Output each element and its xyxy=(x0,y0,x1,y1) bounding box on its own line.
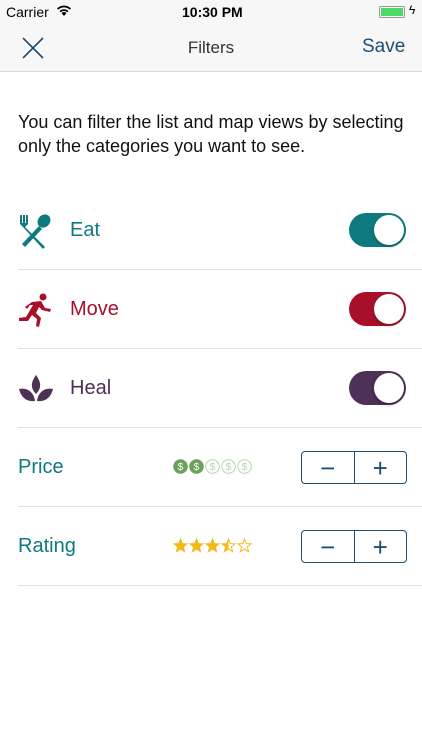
star-filled-icon xyxy=(205,538,220,553)
svg-text:$: $ xyxy=(226,462,232,473)
price-meter: $ $ $ $ $ xyxy=(173,459,252,474)
category-label: Heal xyxy=(70,377,112,399)
category-label: Move xyxy=(70,298,119,320)
svg-text:$: $ xyxy=(242,462,248,473)
charging-icon: ϟ xyxy=(409,3,416,17)
price-label: Price xyxy=(18,456,64,478)
star-empty-icon xyxy=(237,538,252,553)
star-filled-icon xyxy=(189,538,204,553)
svg-text:$: $ xyxy=(210,462,216,473)
clock: 10:30 PM xyxy=(182,4,243,20)
svg-text:$: $ xyxy=(178,462,184,473)
eat-toggle[interactable] xyxy=(349,213,406,247)
heal-toggle[interactable] xyxy=(349,371,406,405)
price-decrement-button[interactable]: − xyxy=(302,452,355,483)
price-row: Price $ $ $ $ $ − + xyxy=(18,428,422,507)
category-row-eat: Eat xyxy=(18,191,422,270)
rating-increment-button[interactable]: + xyxy=(355,531,407,562)
dollar-filled-icon: $ xyxy=(173,459,188,474)
wifi-icon xyxy=(57,5,71,17)
navigation-bar: Filters Save xyxy=(0,24,422,72)
category-label: Eat xyxy=(70,219,101,241)
rating-label: Rating xyxy=(18,535,76,557)
fork-spoon-icon xyxy=(20,214,51,249)
status-bar: Carrier 10:30 PM ϟ xyxy=(0,0,422,24)
star-half-icon xyxy=(221,538,236,553)
dollar-empty-icon: $ xyxy=(237,459,252,474)
dollar-filled-icon: $ xyxy=(189,459,204,474)
page-title: Filters xyxy=(187,38,235,57)
category-row-move: Move xyxy=(18,270,422,349)
battery-icon xyxy=(379,6,405,18)
price-increment-button[interactable]: + xyxy=(355,452,407,483)
runner-icon xyxy=(19,293,51,327)
category-row-heal: Heal xyxy=(18,349,422,428)
star-filled-icon xyxy=(173,538,188,553)
move-toggle[interactable] xyxy=(349,292,406,326)
save-button[interactable]: Save xyxy=(362,36,405,58)
intro-text: You can filter the list and map views by… xyxy=(18,112,404,156)
rating-meter xyxy=(173,538,252,553)
rating-decrement-button[interactable]: − xyxy=(302,531,355,562)
lotus-icon xyxy=(19,375,53,402)
dollar-empty-icon: $ xyxy=(205,459,220,474)
carrier-label: Carrier xyxy=(6,4,49,20)
dollar-empty-icon: $ xyxy=(221,459,236,474)
svg-text:$: $ xyxy=(194,462,200,473)
price-stepper[interactable]: − + xyxy=(301,451,407,484)
rating-stepper[interactable]: − + xyxy=(301,530,407,563)
rating-row: Rating − + xyxy=(18,507,422,586)
